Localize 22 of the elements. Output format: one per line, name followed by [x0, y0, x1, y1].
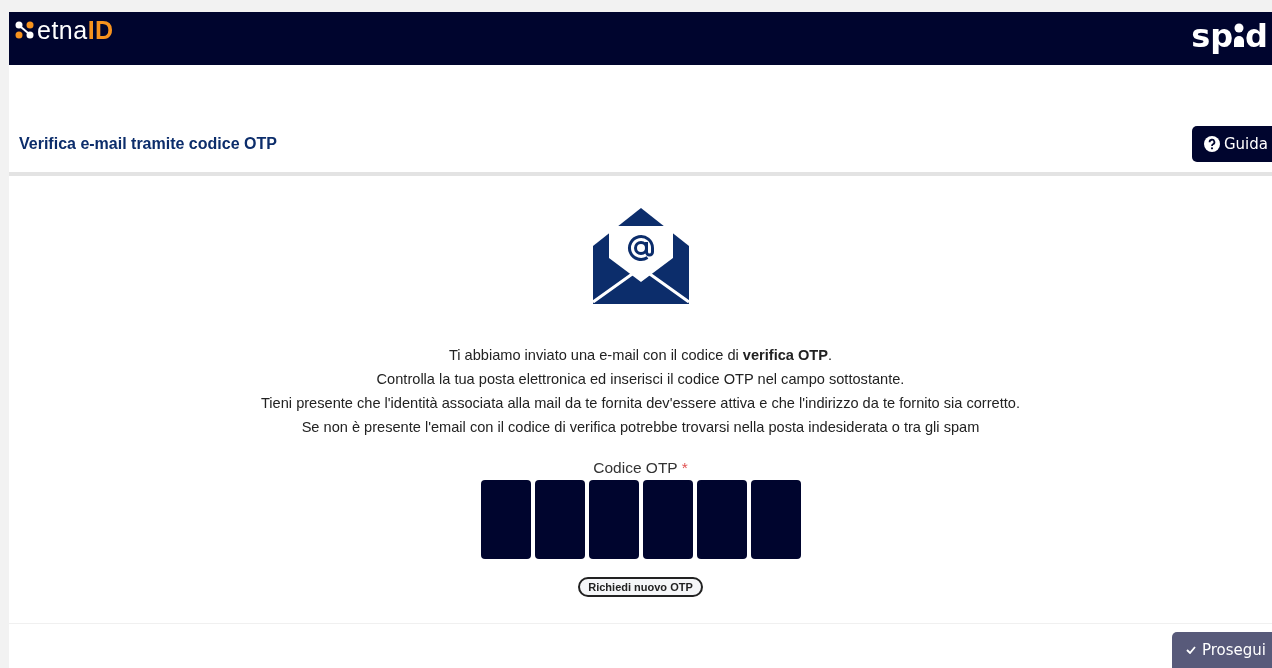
message-text: Ti abbiamo inviato una e-mail con il codice di verifica OTP. [448, 346, 833, 365]
digit-input[interactable] [750, 480, 801, 559]
message-text: Tieni presente che l'identità associata alla mail da te fornita dev'essere attiva e che l'indirizzo da te fornito sia corretto. [261, 394, 1020, 413]
message-text: Controlla la tua posta elettronica ed inserisci il codice OTP nel campo sottostante. [376, 370, 905, 389]
check-icon [1185, 646, 1196, 654]
digit-input[interactable] [642, 480, 693, 559]
page-title: Verifica e-mail tramite codice OTP [19, 135, 277, 153]
envelope-icon [590, 206, 691, 306]
digit-input[interactable] [534, 480, 585, 559]
digit-input[interactable] [696, 480, 747, 559]
message-text: Se non è presente l'email con il codice di verifica potrebbe trovarsi nella posta indesiderata o tra gli spam [301, 418, 980, 437]
help-button[interactable]: Guida [1192, 126, 1272, 162]
digit-input[interactable] [588, 480, 639, 559]
otp-label-text: Codice OTP [593, 459, 678, 476]
required-mark: * [681, 459, 688, 476]
digit-input[interactable] [480, 480, 531, 559]
resend-otp-button[interactable]: Richiedi nuovo OTP [578, 577, 703, 597]
logo-text: sp [1191, 18, 1234, 54]
continue-button[interactable]: Prosegui [1171, 632, 1272, 668]
logo-text: etnaID [37, 16, 114, 44]
logo-text: d [1245, 18, 1268, 54]
help-icon [1204, 136, 1220, 152]
